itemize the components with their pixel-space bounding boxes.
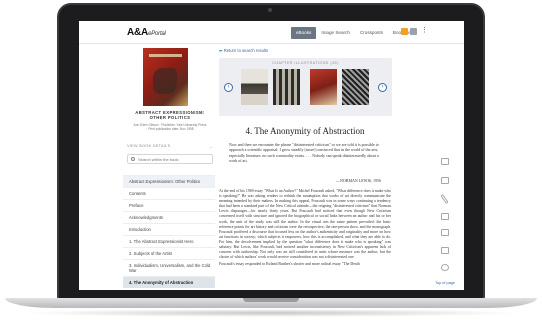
toc-item[interactable]: 2. Subjects of the Artist	[123, 247, 215, 259]
body-paragraph: At the end of his 1969 essay "What Is an…	[219, 189, 391, 260]
toc-item[interactable]: Contents	[123, 187, 215, 199]
toc-item[interactable]: Acknowledgments	[123, 211, 215, 223]
toc-item[interactable]: 1. The Abstract Expressionist Hero	[123, 235, 215, 247]
nav-image-search[interactable]: Image Search	[316, 27, 355, 39]
chevron-down-icon: ⌄	[209, 145, 213, 149]
carousel-prev-icon[interactable]: ‹	[224, 83, 233, 92]
back-link-label: Return to search results	[223, 48, 269, 53]
laptop-notch	[243, 298, 299, 302]
pencil-icon[interactable]	[440, 194, 449, 204]
print-icon[interactable]	[441, 177, 449, 184]
top-header: A&AePortal eBooks Image Search Crosspost…	[79, 21, 464, 44]
view-book-details-label: VIEW BOOK DETAILS	[127, 144, 171, 148]
carousel-next-icon[interactable]: ›	[378, 83, 387, 92]
book-search-input[interactable]	[138, 156, 208, 162]
book-sidebar: ABSTRACT EXPRESSIONISM: OTHER POLITICS A…	[123, 44, 215, 290]
nav-crossposts[interactable]: Crossposts	[355, 27, 388, 39]
toc-item[interactable]: Abstract Expressionism: Other Politics	[123, 175, 215, 187]
laptop-frame: A&AePortal eBooks Image Search Crosspost…	[0, 0, 542, 329]
video-icon[interactable]	[441, 247, 449, 254]
book-search-box[interactable]	[127, 154, 213, 164]
chapter-body: At the end of his 1969 essay "What Is an…	[219, 189, 391, 269]
book-title: ABSTRACT EXPRESSIONISM: OTHER POLITICS	[135, 110, 205, 120]
main-nav: eBooks Image Search Crossposts Bookshelf	[291, 27, 418, 39]
illustration-thumbnail[interactable]	[241, 69, 268, 105]
grid-icon[interactable]	[441, 229, 449, 236]
bookmark-icon[interactable]	[401, 28, 408, 35]
top-of-page-link[interactable]: Top of page	[430, 281, 460, 285]
image-tool-icon[interactable]	[441, 158, 449, 165]
body-paragraph: Foucault's essay responded to Roland Bar…	[219, 262, 360, 267]
book-cover-image	[143, 48, 188, 106]
illustration-thumbnail[interactable]	[342, 69, 369, 105]
table-of-contents: Abstract Expressionism: Other Politics C…	[123, 175, 215, 288]
logo[interactable]: A&AePortal	[127, 27, 166, 38]
epigraph-attribution: —NORMAN LEWIS, 1956	[336, 178, 381, 183]
toc-item[interactable]: 3. Individualism, Universalism, and the …	[123, 259, 215, 276]
illustrations-label: CHAPTER ILLUSTRATIONS (45)	[272, 61, 339, 65]
chapter-title: 4. The Anonymity of Abstraction	[245, 126, 365, 136]
toc-item[interactable]: Introduction	[123, 223, 215, 235]
copy-icon[interactable]	[441, 213, 449, 220]
logo-main: A&A	[127, 27, 149, 38]
view-book-details[interactable]: VIEW BOOK DETAILS ⌄	[127, 144, 213, 149]
arrow-up-circle-icon[interactable]	[441, 264, 449, 271]
illustration-thumbnail[interactable]	[273, 69, 300, 105]
app-screen: A&AePortal eBooks Image Search Crosspost…	[79, 21, 464, 290]
back-to-results-link[interactable]: ⬅ Return to search results	[219, 48, 268, 53]
camera-dot	[268, 8, 272, 12]
toc-item-current[interactable]: 4. The Anonymity of Abstraction	[123, 276, 215, 288]
book-meta: Ann Eden Gibson · Publisher: Yale Univer…	[133, 123, 207, 131]
more-menu-icon[interactable]: ⋮	[421, 27, 428, 34]
toc-item[interactable]: Preface	[123, 199, 215, 211]
user-avatar-icon[interactable]	[410, 28, 417, 35]
nav-ebooks[interactable]: eBooks	[291, 27, 317, 39]
illustration-thumbnail[interactable]	[310, 69, 337, 105]
logo-sub: ePortal	[148, 31, 166, 37]
chapter-illustrations-carousel: CHAPTER ILLUSTRATIONS (45) ‹ ›	[219, 58, 392, 116]
epigraph: Now and then we encounter the phrase "di…	[229, 142, 379, 164]
reading-pane: ⬅ Return to search results CHAPTER ILLUS…	[215, 44, 395, 290]
search-icon	[131, 157, 135, 161]
laptop-shadow	[20, 309, 522, 317]
